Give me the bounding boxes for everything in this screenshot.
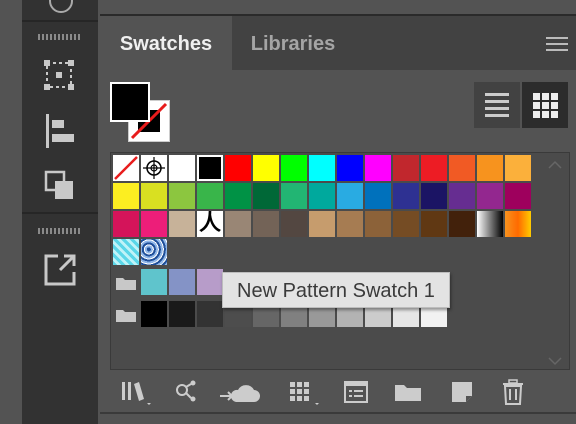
export-icon[interactable] — [42, 252, 78, 293]
color-swatch[interactable] — [309, 211, 335, 237]
tooltip: New Pattern Swatch 1 — [222, 272, 450, 308]
color-swatch[interactable] — [421, 211, 447, 237]
color-swatch[interactable] — [113, 183, 139, 209]
color-swatch[interactable] — [337, 155, 363, 181]
color-swatch[interactable] — [365, 211, 391, 237]
libraries-menu-icon[interactable] — [120, 380, 154, 411]
color-swatch[interactable] — [225, 155, 251, 181]
swatch-none[interactable] — [113, 155, 139, 181]
swatch-gradient-orange[interactable] — [505, 211, 531, 237]
color-swatch[interactable] — [365, 183, 391, 209]
swatch-registration[interactable] — [141, 155, 167, 181]
color-swatch[interactable] — [393, 183, 419, 209]
color-swatch[interactable] — [197, 269, 223, 295]
color-swatch[interactable] — [197, 183, 223, 209]
show-kinds-icon[interactable] — [288, 380, 322, 411]
color-swatch[interactable] — [421, 183, 447, 209]
color-swatch[interactable] — [225, 211, 251, 237]
color-swatch[interactable] — [169, 155, 195, 181]
place-icon[interactable] — [174, 380, 198, 409]
panel-tab-bar: Swatches Libraries — [100, 16, 576, 70]
swatch-grid: 人 — [110, 152, 570, 370]
color-swatch[interactable] — [393, 211, 419, 237]
swatch-pattern[interactable] — [141, 239, 167, 265]
circle-tool-icon[interactable] — [48, 0, 74, 19]
list-view-button[interactable] — [474, 82, 520, 128]
swatch-gradient-black-white[interactable] — [477, 211, 503, 237]
color-swatch[interactable] — [281, 211, 307, 237]
color-swatch[interactable] — [141, 211, 167, 237]
color-swatch[interactable] — [141, 301, 167, 327]
grid-view-button[interactable] — [522, 82, 568, 128]
color-swatch[interactable] — [169, 183, 195, 209]
color-swatch[interactable] — [505, 183, 531, 209]
grip-handle[interactable] — [38, 34, 82, 40]
color-swatch[interactable] — [113, 211, 139, 237]
folder-icon — [115, 275, 137, 296]
color-swatch[interactable] — [169, 211, 195, 237]
color-swatch[interactable] — [141, 269, 167, 295]
pathfinder-icon[interactable] — [44, 170, 76, 207]
swatch-character-pattern[interactable]: 人 — [197, 211, 223, 237]
swatch-pattern[interactable] — [113, 239, 139, 265]
grip-handle[interactable] — [38, 228, 82, 234]
new-swatch-icon[interactable] — [450, 380, 474, 409]
color-swatch[interactable] — [141, 183, 167, 209]
color-swatch[interactable] — [197, 155, 223, 181]
color-swatch[interactable] — [253, 211, 279, 237]
color-swatch[interactable] — [309, 183, 335, 209]
swatch-options-icon[interactable] — [344, 380, 368, 409]
transform-icon[interactable] — [42, 58, 76, 97]
color-swatch[interactable] — [477, 183, 503, 209]
color-swatch[interactable] — [337, 211, 363, 237]
color-swatch[interactable] — [169, 301, 195, 327]
color-swatch[interactable] — [253, 155, 279, 181]
scroll-down-icon[interactable] — [547, 353, 563, 371]
delete-icon[interactable] — [502, 379, 524, 410]
color-swatch[interactable] — [449, 155, 475, 181]
tab-swatches[interactable]: Swatches — [100, 16, 232, 70]
color-swatch[interactable] — [505, 155, 531, 181]
color-swatch[interactable] — [477, 155, 503, 181]
color-swatch[interactable] — [365, 155, 391, 181]
tab-libraries[interactable]: Libraries — [232, 16, 354, 70]
color-swatch[interactable] — [281, 155, 307, 181]
color-swatch[interactable] — [225, 183, 251, 209]
color-swatch[interactable] — [281, 183, 307, 209]
new-group-icon[interactable] — [394, 382, 422, 407]
panel-menu-icon[interactable] — [546, 36, 568, 52]
color-swatch[interactable] — [421, 155, 447, 181]
color-swatch[interactable] — [253, 183, 279, 209]
tool-strip — [22, 0, 98, 424]
color-swatch[interactable] — [393, 155, 419, 181]
color-swatch[interactable] — [197, 301, 223, 327]
fill-swatch[interactable] — [110, 82, 150, 122]
folder-icon — [115, 307, 137, 328]
color-swatch[interactable] — [449, 183, 475, 209]
color-swatch[interactable] — [337, 183, 363, 209]
scroll-up-icon[interactable] — [547, 157, 563, 175]
color-swatch[interactable] — [169, 269, 195, 295]
align-icon[interactable] — [44, 114, 76, 153]
panel-bottom-toolbar — [110, 374, 570, 410]
cloud-icon[interactable] — [218, 380, 260, 411]
color-swatch[interactable] — [449, 211, 475, 237]
color-swatch[interactable] — [309, 155, 335, 181]
